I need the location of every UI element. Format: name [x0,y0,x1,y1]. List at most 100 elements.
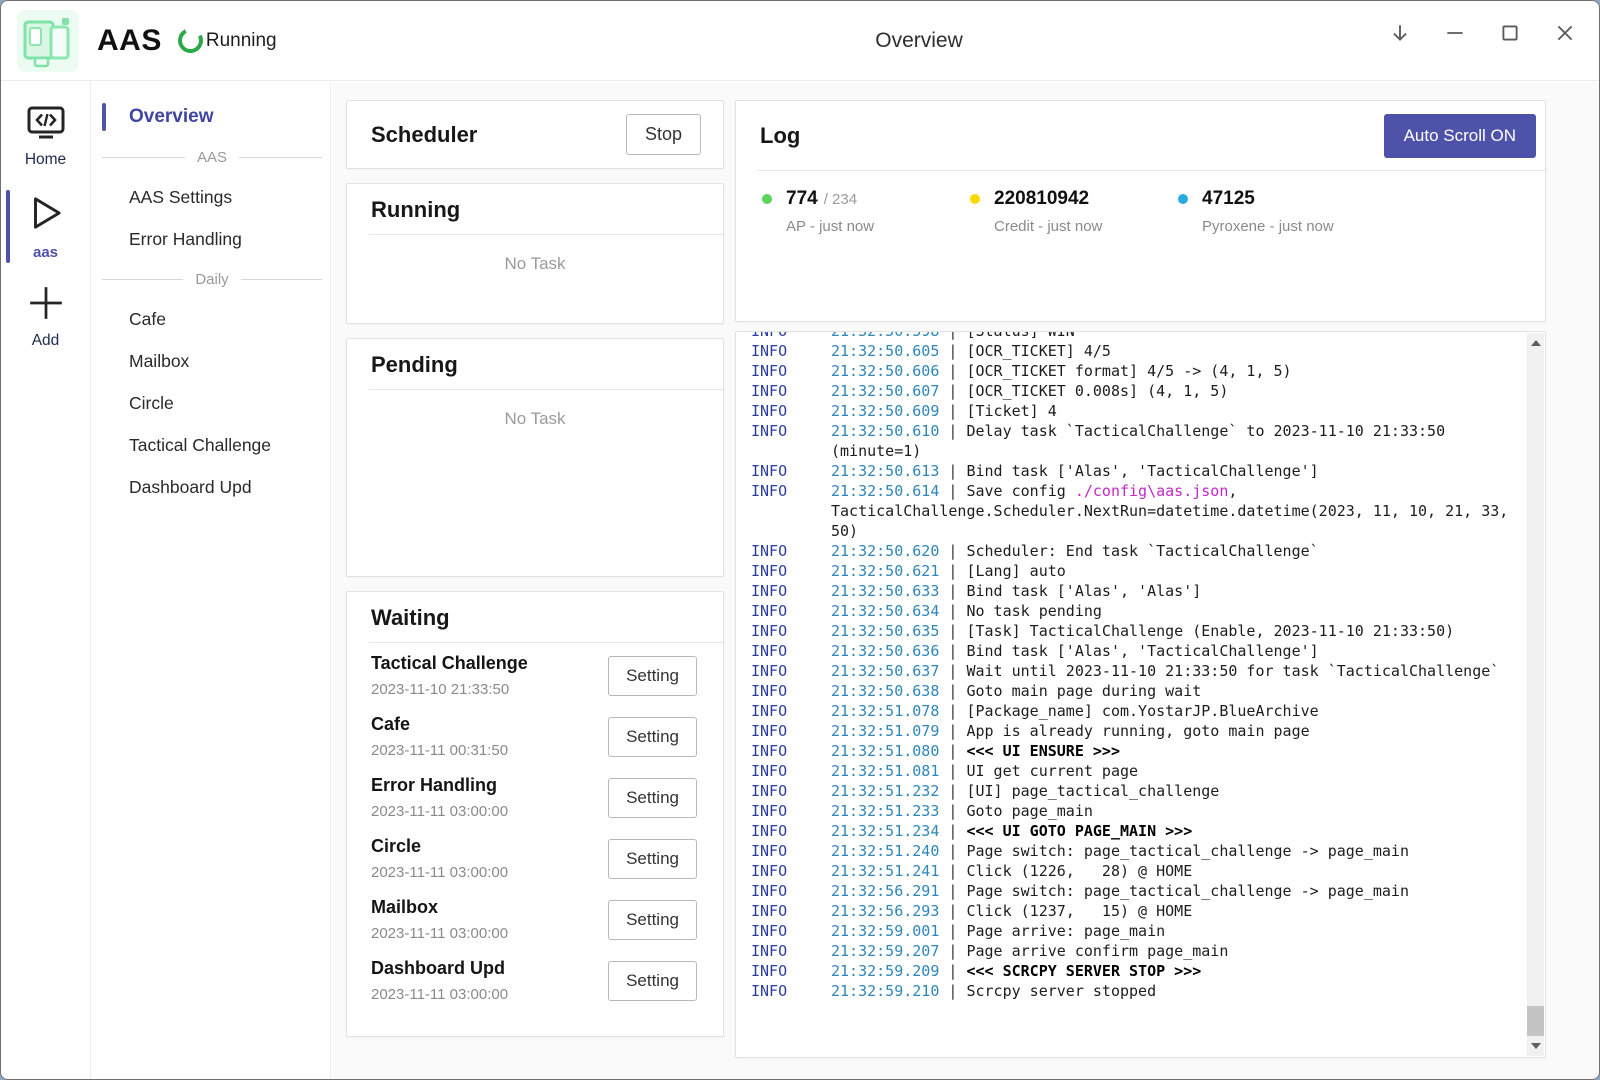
waiting-title: Waiting [371,605,450,630]
nav-item-label: AAS Settings [129,187,232,208]
log-timestamp: 21:32:50.598 [831,331,939,340]
log-line: INFO 21:32:51.241 | Click (1226, 28) @ H… [751,861,1515,881]
log-level: INFO [751,601,831,621]
log-timestamp: 21:32:50.607 [831,382,939,400]
log-message: [Lang] auto [966,562,1065,580]
log-timestamp: 21:32:50.635 [831,622,939,640]
auto-scroll-button[interactable]: Auto Scroll ON [1384,114,1536,158]
resource-stat: 220810942 Credit - just now [970,188,1178,235]
log-timestamp: 21:32:51.081 [831,762,939,780]
log-pipe: | [939,342,966,360]
log-timestamp: 21:32:51.241 [831,862,939,880]
log-message: [OCR_TICKET] 4/5 [966,342,1111,360]
log-level: INFO [751,561,831,581]
maximize-button[interactable] [1494,17,1526,49]
log-timestamp: 21:32:50.620 [831,542,939,560]
log-timestamp: 21:32:51.078 [831,702,939,720]
log-pipe: | [939,922,966,940]
log-timestamp: 21:32:59.001 [831,922,939,940]
stat-label: AP - just now [786,218,970,235]
nav-item-circle[interactable]: Circle [92,382,330,424]
log-line: INFO 21:32:50.613 | Bind task ['Alas', '… [751,461,1515,481]
task-next-run: 2023-11-11 03:00:00 [371,864,508,881]
log-pipe: | [939,962,966,980]
nav-item-error-handling[interactable]: Error Handling [92,218,330,260]
log-pipe: | [939,402,966,420]
nav-item-dashboard-upd[interactable]: Dashboard Upd [92,466,330,508]
log-level: INFO [751,821,831,841]
log-message: [OCR_TICKET format] 4/5 -> (4, 1, 5) [966,362,1291,380]
nav-group-separator: AAS [92,138,330,176]
log-line: INFO 21:32:50.635 | [Task] TacticalChall… [751,621,1515,641]
scrollbar-thumb[interactable] [1527,1006,1544,1036]
log-line: INFO 21:32:51.080 | <<< UI ENSURE >>> [751,741,1515,761]
separator-line [102,157,185,158]
log-level: INFO [751,401,831,421]
task-setting-button[interactable]: Setting [608,778,697,818]
log-timestamp: 21:32:50.606 [831,362,939,380]
content-area: Scheduler Stop Running No Task Pending N… [332,82,1599,1079]
running-spinner-icon [175,25,207,57]
log-pipe: | [939,562,966,580]
log-message: [OCR_TICKET 0.008s] (4, 1, 5) [966,382,1228,400]
running-panel: Running No Task [346,183,724,324]
nav-item-tactical-challenge[interactable]: Tactical Challenge [92,424,330,466]
log-level: INFO [751,461,831,481]
nav-group-separator: Daily [92,260,330,298]
log-message: UI get current page [966,762,1138,780]
icon-rail: Home aas Add [1,82,91,1079]
pending-panel: Pending No Task [346,338,724,577]
stop-button[interactable]: Stop [626,114,701,155]
log-line: INFO 21:32:59.207 | Page arrive confirm … [751,941,1515,961]
log-message: [UI] page_tactical_challenge [966,782,1219,800]
scroll-up-icon[interactable] [1527,335,1544,351]
rail-item-aas[interactable]: aas [1,187,90,266]
task-next-run: 2023-11-11 03:00:00 [371,925,508,942]
log-line: INFO 21:32:50.605 | [OCR_TICKET] 4/5 [751,341,1515,361]
task-setting-button[interactable]: Setting [608,656,697,696]
scroll-down-icon[interactable] [1527,1038,1544,1054]
resource-stat: 774 / 234 AP - just now [762,188,970,235]
log-pipe: | [939,622,966,640]
log-line: INFO 21:32:59.209 | <<< SCRCPY SERVER ST… [751,961,1515,981]
log-level: INFO [751,681,831,701]
task-name: Mailbox [371,897,508,918]
play-icon [26,192,66,239]
minimize-button[interactable] [1439,17,1471,49]
close-button[interactable] [1549,17,1581,49]
task-setting-button[interactable]: Setting [608,839,697,879]
log-line: INFO 21:32:50.634 | No task pending [751,601,1515,621]
log-message: Page switch: page_tactical_challenge -> … [966,882,1409,900]
scheduler-panel: Scheduler Stop [346,100,724,169]
rail-item-add[interactable]: Add [1,279,90,355]
log-line: INFO 21:32:51.079 | App is already runni… [751,721,1515,741]
rail-item-home[interactable]: Home [1,100,90,174]
log-pipe: | [939,482,966,500]
log-line: INFO 21:32:51.240 | Page switch: page_ta… [751,841,1515,861]
nav-item-overview[interactable]: Overview [92,96,330,138]
waiting-task-row: Circle 2023-11-11 03:00:00 Setting [347,828,723,889]
pending-title: Pending [371,352,458,377]
window-controls [1384,9,1581,57]
task-name: Tactical Challenge [371,653,528,674]
nav-item-aas-settings[interactable]: AAS Settings [92,176,330,218]
log-message: Click (1237, 15) @ HOME [966,902,1192,920]
log-line: INFO 21:32:56.293 | Click (1237, 15) @ H… [751,901,1515,921]
log-level: INFO [751,781,831,801]
task-setting-button[interactable]: Setting [608,717,697,757]
download-icon[interactable] [1384,17,1416,49]
log-message: Page switch: page_tactical_challenge -> … [966,842,1409,860]
stat-value: 220810942 [994,188,1089,210]
log-lines: INFO 21:32:50.598 | [Status] WIN INFO 21… [736,331,1545,1001]
nav-item-label: Mailbox [129,351,189,372]
nav-item-cafe[interactable]: Cafe [92,298,330,340]
log-timestamp: 21:32:59.210 [831,982,939,1000]
task-setting-button[interactable]: Setting [608,961,697,1001]
task-setting-button[interactable]: Setting [608,900,697,940]
log-pipe: | [939,762,966,780]
log-scrollbar[interactable] [1527,333,1544,1056]
app-window: AAS Running Overview [0,0,1600,1080]
log-line: INFO 21:32:50.598 | [Status] WIN [751,331,1515,341]
nav-item-mailbox[interactable]: Mailbox [92,340,330,382]
log-line: INFO 21:32:50.638 | Goto main page durin… [751,681,1515,701]
